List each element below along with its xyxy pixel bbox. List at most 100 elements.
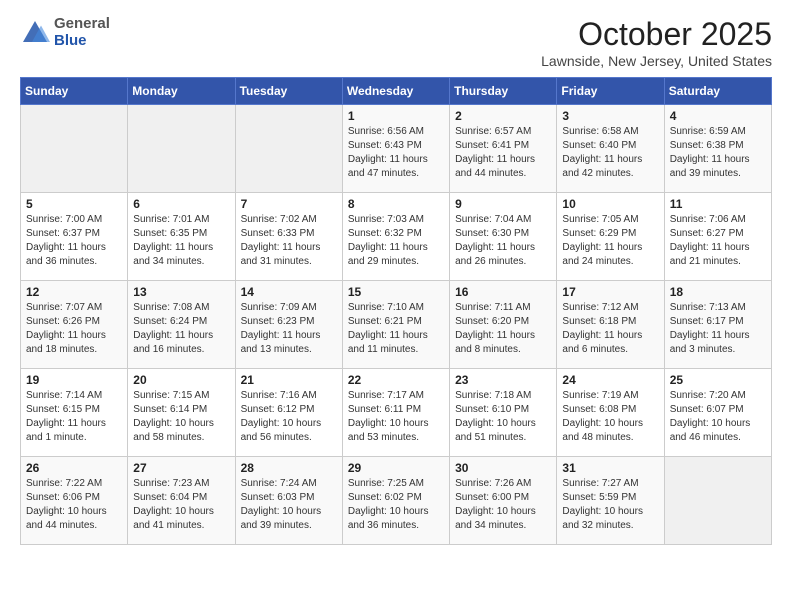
calendar-cell: 17Sunrise: 7:12 AM Sunset: 6:18 PM Dayli… (557, 281, 664, 369)
day-number: 26 (26, 461, 122, 475)
page-header: General Blue October 2025 Lawnside, New … (20, 16, 772, 69)
day-info: Sunrise: 7:10 AM Sunset: 6:21 PM Dayligh… (348, 301, 444, 357)
calendar-cell: 6Sunrise: 7:01 AM Sunset: 6:35 PM Daylig… (128, 193, 235, 281)
logo-icon (20, 18, 50, 48)
week-row-3: 12 Sunrise: 7:07 AM Sunset: 6:26 PM Dayli… (21, 281, 772, 369)
week-row-4: 19Sunrise: 7:14 AM Sunset: 6:15 PM Dayli… (21, 369, 772, 457)
day-info: Sunrise: 7:22 AM Sunset: 6:06 PM Dayligh… (26, 477, 122, 533)
day-number: 8 (348, 197, 444, 211)
calendar-cell: 23Sunrise: 7:18 AM Sunset: 6:10 PM Dayli… (450, 369, 557, 457)
calendar-cell (128, 105, 235, 193)
calendar-cell: 5 Sunrise: 7:00 AM Sunset: 6:37 PM Daylig… (21, 193, 128, 281)
logo-blue: Blue (54, 33, 110, 50)
day-info: Sunrise: 7:20 AM Sunset: 6:07 PM Dayligh… (670, 389, 766, 445)
week-row-1: 1Sunrise: 6:56 AM Sunset: 6:43 PM Daylig… (21, 105, 772, 193)
day-info: Sunrise: 6:58 AM Sunset: 6:40 PM Dayligh… (562, 125, 658, 181)
calendar-cell: 2 Sunrise: 6:57 AM Sunset: 6:41 PM Daylig… (450, 105, 557, 193)
day-info: Sunrise: 7:04 AM Sunset: 6:30 PM Dayligh… (455, 213, 551, 269)
calendar-cell: 9 Sunrise: 7:04 AM Sunset: 6:30 PM Daylig… (450, 193, 557, 281)
day-info: Sunrise: 7:06 AM Sunset: 6:27 PM Dayligh… (670, 213, 766, 269)
day-info: Sunrise: 7:11 AM Sunset: 6:20 PM Dayligh… (455, 301, 551, 357)
week-row-5: 26 Sunrise: 7:22 AM Sunset: 6:06 PM Dayli… (21, 457, 772, 545)
calendar-cell: 7 Sunrise: 7:02 AM Sunset: 6:33 PM Daylig… (235, 193, 342, 281)
day-number: 6 (133, 197, 229, 211)
day-number: 7 (241, 197, 337, 211)
calendar-cell: 25 Sunrise: 7:20 AM Sunset: 6:07 PM Dayli… (664, 369, 771, 457)
day-info: Sunrise: 7:07 AM Sunset: 6:26 PM Dayligh… (26, 301, 122, 357)
day-info: Sunrise: 7:03 AM Sunset: 6:32 PM Dayligh… (348, 213, 444, 269)
day-info: Sunrise: 7:00 AM Sunset: 6:37 PM Dayligh… (26, 213, 122, 269)
logo: General Blue (20, 16, 110, 49)
calendar-cell: 15 Sunrise: 7:10 AM Sunset: 6:21 PM Dayli… (342, 281, 449, 369)
day-number: 14 (241, 285, 337, 299)
day-number: 9 (455, 197, 551, 211)
day-number: 19 (26, 373, 122, 387)
calendar-cell (235, 105, 342, 193)
day-number: 18 (670, 285, 766, 299)
day-number: 1 (348, 109, 444, 123)
calendar-cell: 14 Sunrise: 7:09 AM Sunset: 6:23 PM Dayli… (235, 281, 342, 369)
day-number: 5 (26, 197, 122, 211)
calendar-cell: 29 Sunrise: 7:25 AM Sunset: 6:02 PM Dayli… (342, 457, 449, 545)
day-number: 15 (348, 285, 444, 299)
calendar-cell: 22Sunrise: 7:17 AM Sunset: 6:11 PM Dayli… (342, 369, 449, 457)
day-info: Sunrise: 7:09 AM Sunset: 6:23 PM Dayligh… (241, 301, 337, 357)
day-info: Sunrise: 7:17 AM Sunset: 6:11 PM Dayligh… (348, 389, 444, 445)
day-info: Sunrise: 7:23 AM Sunset: 6:04 PM Dayligh… (133, 477, 229, 533)
calendar-cell: 4Sunrise: 6:59 AM Sunset: 6:38 PM Daylig… (664, 105, 771, 193)
day-info: Sunrise: 6:57 AM Sunset: 6:41 PM Dayligh… (455, 125, 551, 181)
weekday-header-row: SundayMondayTuesdayWednesdayThursdayFrid… (21, 78, 772, 105)
day-info: Sunrise: 7:02 AM Sunset: 6:33 PM Dayligh… (241, 213, 337, 269)
day-info: Sunrise: 6:59 AM Sunset: 6:38 PM Dayligh… (670, 125, 766, 181)
month-title: October 2025 (541, 16, 772, 53)
calendar-cell: 27 Sunrise: 7:23 AM Sunset: 6:04 PM Dayli… (128, 457, 235, 545)
day-number: 23 (455, 373, 551, 387)
weekday-header-wednesday: Wednesday (342, 78, 449, 105)
day-info: Sunrise: 7:12 AM Sunset: 6:18 PM Dayligh… (562, 301, 658, 357)
location: Lawnside, New Jersey, United States (541, 53, 772, 69)
day-number: 12 (26, 285, 122, 299)
day-info: Sunrise: 7:24 AM Sunset: 6:03 PM Dayligh… (241, 477, 337, 533)
weekday-header-thursday: Thursday (450, 78, 557, 105)
day-info: Sunrise: 7:08 AM Sunset: 6:24 PM Dayligh… (133, 301, 229, 357)
weekday-header-saturday: Saturday (664, 78, 771, 105)
calendar-cell: 3 Sunrise: 6:58 AM Sunset: 6:40 PM Daylig… (557, 105, 664, 193)
calendar-cell: 12 Sunrise: 7:07 AM Sunset: 6:26 PM Dayli… (21, 281, 128, 369)
day-info: Sunrise: 7:25 AM Sunset: 6:02 PM Dayligh… (348, 477, 444, 533)
logo-text: General Blue (54, 16, 110, 49)
calendar-cell: 16 Sunrise: 7:11 AM Sunset: 6:20 PM Dayli… (450, 281, 557, 369)
day-number: 21 (241, 373, 337, 387)
day-number: 20 (133, 373, 229, 387)
day-number: 27 (133, 461, 229, 475)
day-number: 11 (670, 197, 766, 211)
weekday-header-monday: Monday (128, 78, 235, 105)
calendar-cell: 28 Sunrise: 7:24 AM Sunset: 6:03 PM Dayli… (235, 457, 342, 545)
day-number: 2 (455, 109, 551, 123)
weekday-header-tuesday: Tuesday (235, 78, 342, 105)
calendar-cell: 10 Sunrise: 7:05 AM Sunset: 6:29 PM Dayli… (557, 193, 664, 281)
day-number: 29 (348, 461, 444, 475)
day-info: Sunrise: 7:27 AM Sunset: 5:59 PM Dayligh… (562, 477, 658, 533)
calendar-cell (21, 105, 128, 193)
title-block: October 2025 Lawnside, New Jersey, Unite… (541, 16, 772, 69)
calendar-cell: 31Sunrise: 7:27 AM Sunset: 5:59 PM Dayli… (557, 457, 664, 545)
week-row-2: 5 Sunrise: 7:00 AM Sunset: 6:37 PM Daylig… (21, 193, 772, 281)
calendar-cell: 21 Sunrise: 7:16 AM Sunset: 6:12 PM Dayli… (235, 369, 342, 457)
day-number: 3 (562, 109, 658, 123)
day-number: 28 (241, 461, 337, 475)
calendar-cell: 30Sunrise: 7:26 AM Sunset: 6:00 PM Dayli… (450, 457, 557, 545)
day-info: Sunrise: 7:15 AM Sunset: 6:14 PM Dayligh… (133, 389, 229, 445)
calendar-cell (664, 457, 771, 545)
calendar-cell: 20 Sunrise: 7:15 AM Sunset: 6:14 PM Dayli… (128, 369, 235, 457)
day-info: Sunrise: 7:26 AM Sunset: 6:00 PM Dayligh… (455, 477, 551, 533)
calendar-cell: 26 Sunrise: 7:22 AM Sunset: 6:06 PM Dayli… (21, 457, 128, 545)
day-number: 16 (455, 285, 551, 299)
calendar-cell: 11 Sunrise: 7:06 AM Sunset: 6:27 PM Dayli… (664, 193, 771, 281)
day-number: 10 (562, 197, 658, 211)
day-info: Sunrise: 7:19 AM Sunset: 6:08 PM Dayligh… (562, 389, 658, 445)
day-info: Sunrise: 7:05 AM Sunset: 6:29 PM Dayligh… (562, 213, 658, 269)
day-info: Sunrise: 7:16 AM Sunset: 6:12 PM Dayligh… (241, 389, 337, 445)
day-number: 13 (133, 285, 229, 299)
day-number: 25 (670, 373, 766, 387)
day-number: 24 (562, 373, 658, 387)
